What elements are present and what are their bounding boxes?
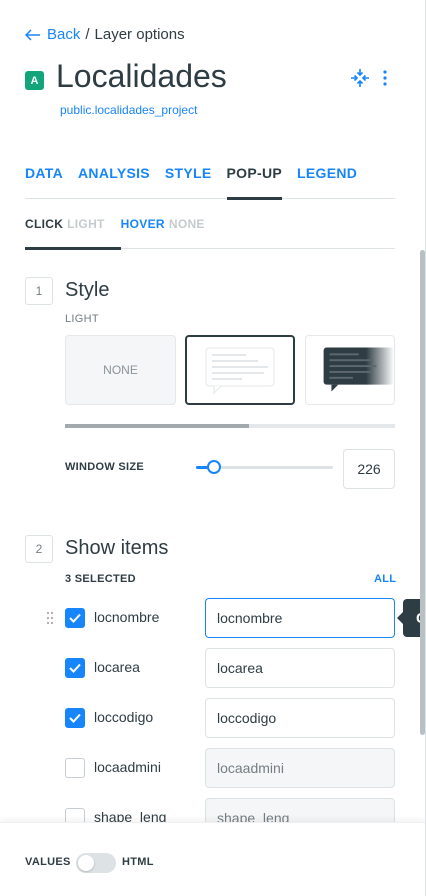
item-name: locaadmini (94, 759, 161, 775)
dark-popup-icon (323, 347, 394, 392)
item-checkbox[interactable] (65, 708, 85, 728)
tab-popup[interactable]: POP-UP (226, 164, 297, 200)
layer-title[interactable]: Localidades (56, 58, 227, 95)
style-option-none-label: NONE (103, 363, 138, 377)
subtab-click-label: CLICK (25, 217, 64, 231)
subtab-click[interactable]: CLICK LIGHT (25, 217, 121, 250)
step-number-style: 1 (25, 277, 53, 305)
item-checkbox[interactable] (65, 758, 85, 778)
breadcrumb-current: Layer options (94, 26, 185, 43)
drag-handle-icon[interactable] (46, 611, 54, 630)
window-size-slider-handle[interactable] (206, 460, 221, 474)
layer-options-panel: Back / Layer options A Localidades publi… (0, 0, 426, 896)
checkmark-icon (69, 713, 81, 723)
style-option-light[interactable] (185, 335, 295, 405)
style-option-dark[interactable] (305, 335, 395, 405)
back-link[interactable]: Back (25, 26, 80, 43)
html-label: HTML (122, 856, 154, 868)
item-title-input[interactable]: loccodigo (205, 698, 395, 738)
item-title-input[interactable]: locnombre (205, 598, 395, 638)
panel-scrollbar[interactable] (420, 250, 425, 735)
subtab-hover[interactable]: HOVER NONE (121, 217, 221, 249)
list-item: locarea locarea (0, 648, 425, 688)
window-size-label: WINDOW SIZE (65, 461, 145, 473)
item-checkbox[interactable] (65, 608, 85, 628)
section-title-style: Style (65, 279, 110, 301)
layer-letter-badge: A (25, 71, 44, 90)
popup-footer: VALUES HTML (0, 822, 425, 896)
toggle-knob (78, 855, 94, 871)
tab-style[interactable]: STYLE (165, 164, 227, 199)
style-cards-scroll-thumb[interactable] (65, 424, 249, 428)
breadcrumb: Back / Layer options (25, 26, 185, 43)
item-name: locarea (94, 659, 140, 675)
section-title-items: Show items (65, 537, 169, 559)
back-label: Back (47, 26, 81, 43)
select-all-link[interactable]: ALL (374, 573, 396, 585)
checkmark-icon (69, 663, 81, 673)
item-title-input[interactable]: locarea (205, 648, 395, 688)
layer-tabs: DATA ANALYSIS STYLE POP-UP LEGEND (25, 164, 395, 200)
subtab-click-state: LIGHT (67, 217, 105, 231)
selected-style-label: LIGHT (65, 313, 99, 325)
expand-arrows-icon[interactable] (350, 68, 370, 88)
tab-analysis[interactable]: ANALYSIS (78, 164, 165, 199)
more-vertical-icon[interactable] (382, 69, 388, 87)
breadcrumb-separator: / (85, 26, 90, 43)
list-item: locnombre locnombre (0, 598, 425, 638)
light-popup-icon (205, 347, 275, 395)
subtab-hover-label: HOVER (120, 217, 165, 231)
tab-legend[interactable]: LEGEND (297, 164, 372, 199)
item-checkbox[interactable] (65, 658, 85, 678)
list-item: loccodigo loccodigo (0, 698, 425, 738)
subtab-hover-state: NONE (168, 217, 205, 231)
step-number-items: 2 (25, 535, 53, 563)
popup-subtabs: CLICK LIGHT HOVER NONE (25, 217, 395, 250)
style-option-none[interactable]: NONE (65, 335, 176, 405)
window-size-input[interactable]: 226 (343, 449, 395, 489)
values-label: VALUES (25, 856, 71, 868)
item-name: locnombre (94, 609, 160, 625)
item-name: loccodigo (94, 709, 154, 725)
tab-data[interactable]: DATA (25, 164, 78, 199)
header-actions (350, 68, 388, 88)
checkmark-icon (69, 613, 81, 623)
selected-count: 3 SELECTED (65, 573, 136, 585)
list-item: locaadmini locaadmini (0, 748, 425, 788)
item-title-input[interactable]: locaadmini (205, 748, 395, 788)
arrow-left-icon (25, 28, 40, 41)
layer-source-link[interactable]: public.localidades_project (60, 103, 197, 117)
values-html-toggle[interactable] (76, 853, 116, 873)
